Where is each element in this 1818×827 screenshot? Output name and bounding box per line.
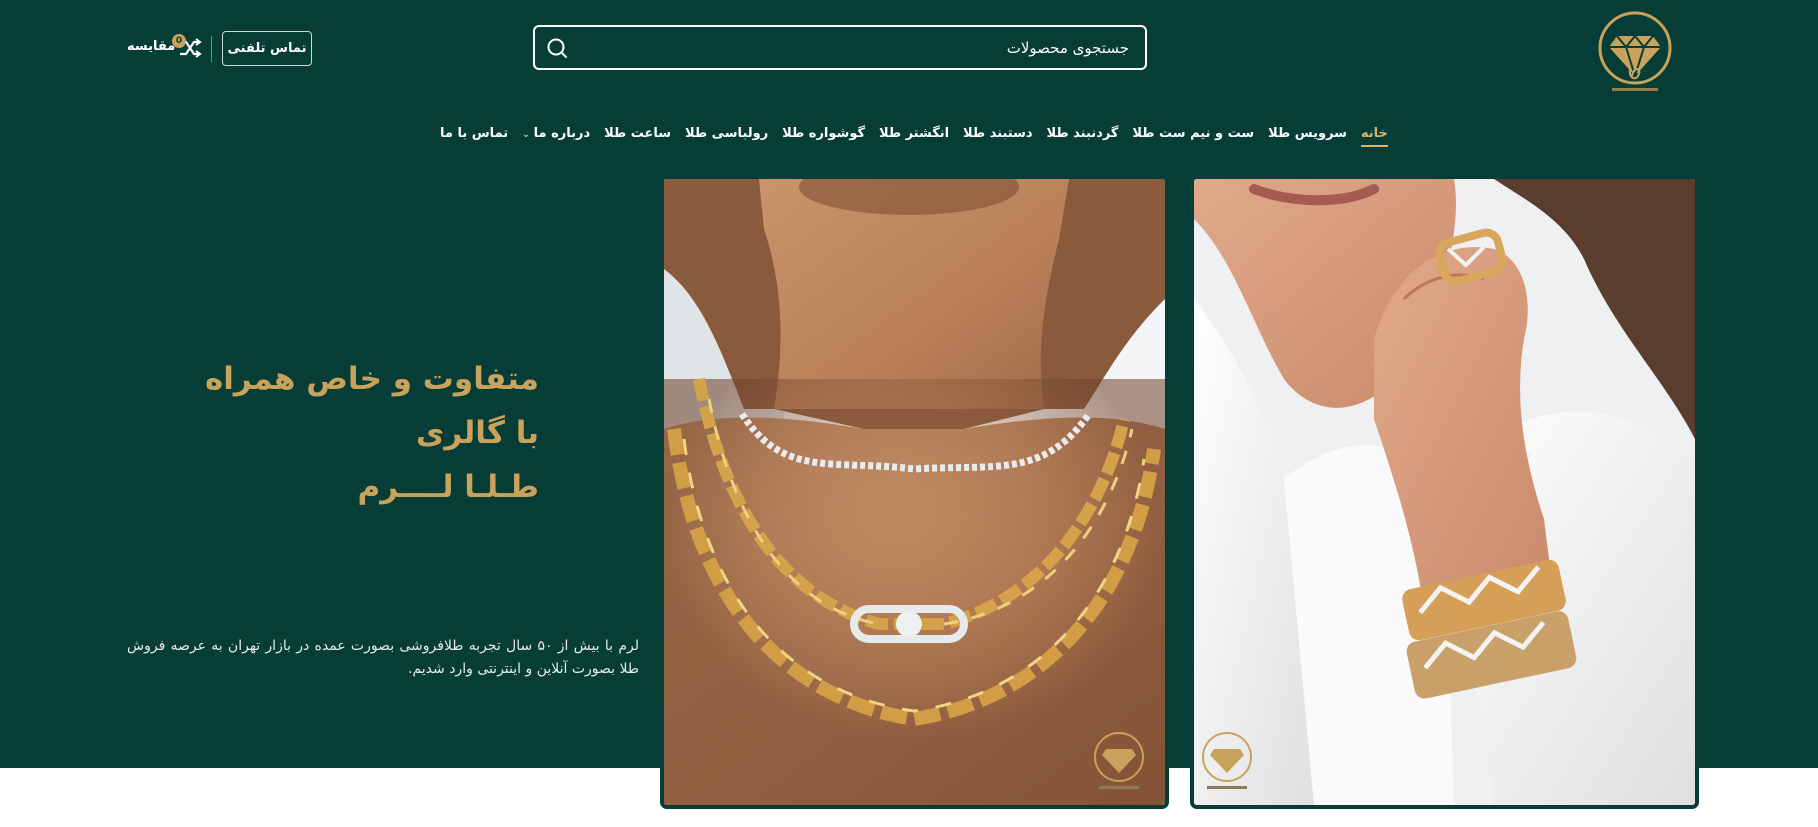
ring-bracelet-photo (1190, 175, 1699, 809)
phone-call-label: تماس تلفنی (227, 41, 307, 56)
nav-item-home[interactable]: خانه (1360, 126, 1388, 147)
nav-item-gold-service[interactable]: سرویس طلا (1268, 126, 1347, 147)
nav-item-brooches[interactable]: رولباسی طلا (685, 126, 768, 147)
diamond-logo[interactable] (1592, 6, 1678, 94)
nav-item-bracelets[interactable]: دستبند طلا (963, 126, 1033, 147)
nav-item-watches[interactable]: ساعت طلا (604, 126, 671, 147)
hero-description: لرم با بیش از ۵۰ سال تجربه طلافروشی بصور… (127, 638, 639, 677)
hero-headline-line-3: طـلـا لــــرم (357, 469, 539, 505)
nav-item-about-label: درباره ما (533, 126, 591, 141)
phone-call-button[interactable]: تماس تلفنی (222, 31, 312, 66)
nav-item-about[interactable]: درباره ما⌄ (522, 126, 590, 147)
nav-item-gold-sets[interactable]: ست و نیم ست طلا (1132, 126, 1254, 147)
compare-link[interactable]: مقایسه (127, 39, 175, 54)
nav-item-rings[interactable]: انگشتر طلا (879, 126, 949, 147)
search-icon[interactable] (546, 37, 568, 59)
header-divider (211, 36, 212, 62)
necklace-photo (660, 175, 1169, 809)
chevron-down-icon: ⌄ (522, 130, 530, 140)
hero-headline-line-1: متفاوت و خاص همراه (204, 361, 539, 397)
search-bar[interactable]: جستجوی محصولات (533, 25, 1147, 70)
main-nav: خانه سرویس طلا ست و نیم ست طلا گردنبند ط… (440, 126, 1388, 150)
search-input[interactable]: جستجوی محصولات (1007, 39, 1129, 57)
nav-item-earrings[interactable]: گوشواره طلا (782, 126, 865, 147)
nav-item-contact[interactable]: تماس با ما (440, 126, 508, 147)
hero-headline: متفاوت و خاص همراه با گالری طـلـا لــــر… (205, 352, 539, 514)
hero-headline-line-2: با گالری (415, 415, 539, 451)
nav-item-necklaces[interactable]: گردنبند طلا (1047, 126, 1119, 147)
